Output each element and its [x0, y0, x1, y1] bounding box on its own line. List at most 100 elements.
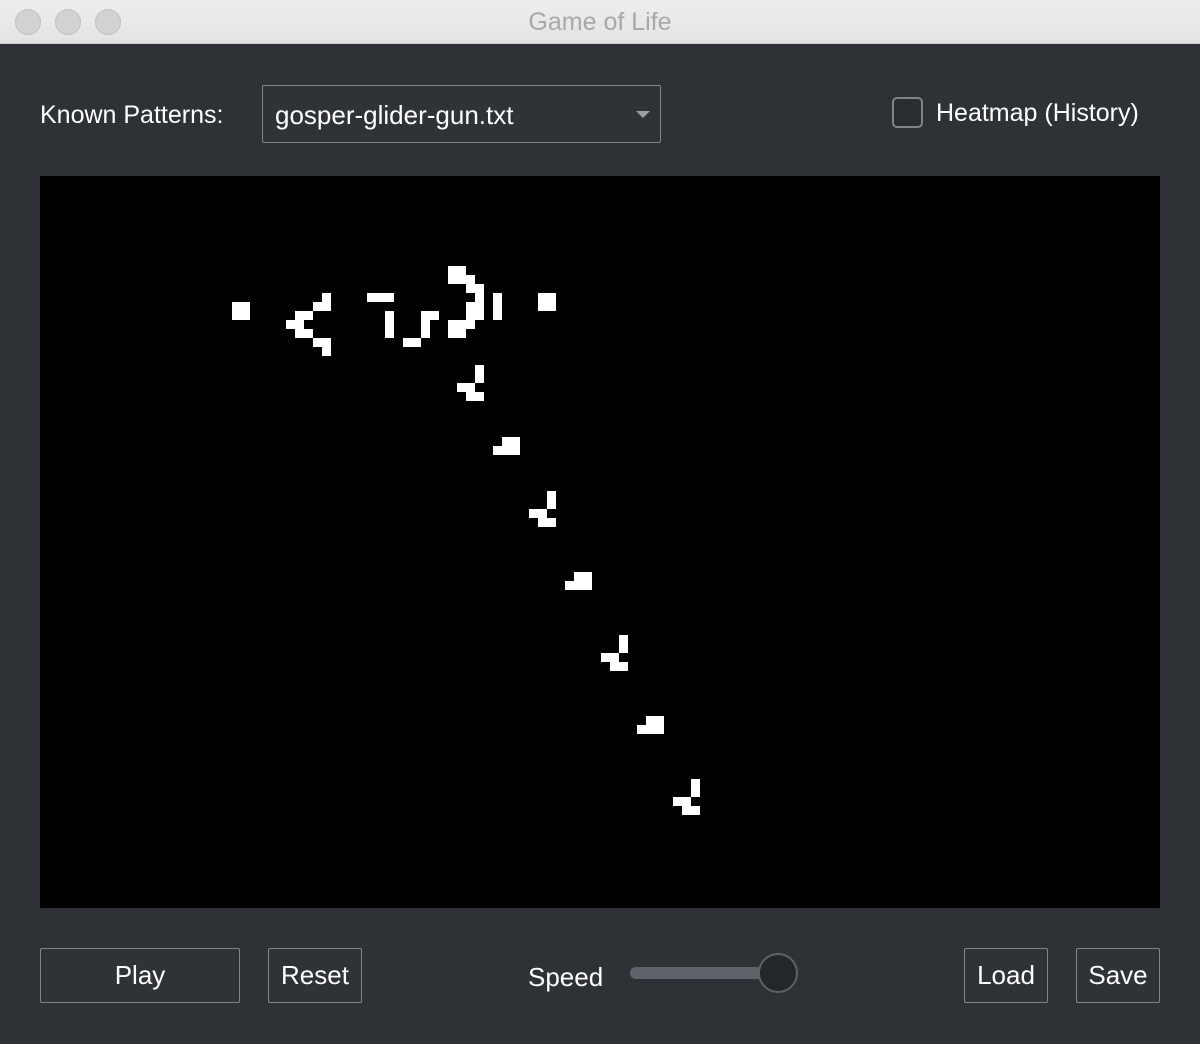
live-cell — [304, 329, 313, 338]
live-cell — [385, 329, 394, 338]
live-cell — [574, 581, 583, 590]
live-cell — [538, 302, 547, 311]
live-cell — [682, 806, 691, 815]
live-cell — [304, 311, 313, 320]
live-cell — [466, 302, 475, 311]
game-of-life-window: Game of Life Known Patterns: gosper-glid… — [0, 0, 1200, 1044]
live-cell — [682, 797, 691, 806]
live-cell — [655, 716, 664, 725]
live-cell — [691, 806, 700, 815]
window-title: Game of Life — [528, 8, 672, 36]
live-cell — [466, 311, 475, 320]
live-cell — [619, 662, 628, 671]
speed-slider-handle[interactable] — [758, 953, 798, 993]
live-cell — [385, 320, 394, 329]
live-cell — [295, 329, 304, 338]
reset-button[interactable]: Reset — [268, 948, 362, 1003]
save-button[interactable]: Save — [1076, 948, 1160, 1003]
title-bar: Game of Life — [0, 0, 1200, 44]
live-cell — [286, 320, 295, 329]
chevron-down-icon — [636, 111, 650, 118]
live-cell — [619, 635, 628, 644]
heatmap-checkbox[interactable] — [892, 97, 923, 128]
live-cell — [502, 437, 511, 446]
live-cell — [691, 788, 700, 797]
live-cell — [466, 275, 475, 284]
live-cell — [448, 266, 457, 275]
play-button[interactable]: Play — [40, 948, 240, 1003]
live-cell — [691, 779, 700, 788]
live-cell — [493, 446, 502, 455]
live-cell — [493, 311, 502, 320]
live-cell — [538, 509, 547, 518]
live-cell — [538, 293, 547, 302]
live-cell — [493, 293, 502, 302]
live-cell — [475, 284, 484, 293]
live-cell — [475, 302, 484, 311]
live-cell — [601, 653, 610, 662]
live-cell — [421, 329, 430, 338]
live-cell — [466, 383, 475, 392]
live-cell — [502, 446, 511, 455]
speed-label: Speed — [528, 962, 604, 992]
live-cell — [322, 347, 331, 356]
known-patterns-dropdown[interactable]: gosper-glider-gun.txt — [262, 85, 661, 143]
live-cell — [466, 284, 475, 293]
live-cell — [637, 725, 646, 734]
live-cell — [673, 797, 682, 806]
live-cell — [367, 293, 376, 302]
live-cell — [295, 311, 304, 320]
live-cell — [457, 383, 466, 392]
live-cell — [376, 293, 385, 302]
load-button[interactable]: Load — [964, 948, 1048, 1003]
live-cell — [547, 491, 556, 500]
live-cell — [466, 320, 475, 329]
known-patterns-label: Known Patterns: — [40, 101, 224, 129]
live-cell — [547, 500, 556, 509]
live-cell — [232, 311, 241, 320]
live-cell — [511, 437, 520, 446]
live-cell — [547, 518, 556, 527]
live-cell — [457, 320, 466, 329]
live-cell — [475, 293, 484, 302]
live-cell — [457, 275, 466, 284]
heatmap-label[interactable]: Heatmap (History) — [936, 94, 1139, 132]
live-cell — [511, 446, 520, 455]
live-cell — [466, 392, 475, 401]
live-cell — [574, 572, 583, 581]
live-cell — [322, 293, 331, 302]
live-cell — [385, 311, 394, 320]
live-cell — [583, 572, 592, 581]
live-cell — [457, 266, 466, 275]
live-cell — [241, 302, 250, 311]
live-cell — [538, 518, 547, 527]
live-cell — [448, 275, 457, 284]
live-cell — [475, 365, 484, 374]
live-cell — [430, 311, 439, 320]
live-cell — [610, 653, 619, 662]
life-board[interactable] — [40, 176, 1160, 908]
live-cell — [421, 320, 430, 329]
live-cell — [475, 311, 484, 320]
live-cell — [385, 293, 394, 302]
live-cell — [457, 329, 466, 338]
live-cell — [475, 392, 484, 401]
live-cell — [493, 302, 502, 311]
live-cell — [232, 302, 241, 311]
live-cell — [646, 716, 655, 725]
live-cell — [583, 581, 592, 590]
selected-pattern-value: gosper-glider-gun.txt — [275, 100, 514, 130]
live-cell — [646, 725, 655, 734]
live-cell — [403, 338, 412, 347]
live-cell — [448, 320, 457, 329]
live-cell — [313, 338, 322, 347]
live-cell — [448, 329, 457, 338]
live-cell — [313, 302, 322, 311]
live-cell — [610, 662, 619, 671]
live-cell — [565, 581, 574, 590]
live-cell — [619, 644, 628, 653]
live-cell — [295, 320, 304, 329]
live-cell — [412, 338, 421, 347]
live-cell — [241, 311, 250, 320]
live-cell — [547, 302, 556, 311]
